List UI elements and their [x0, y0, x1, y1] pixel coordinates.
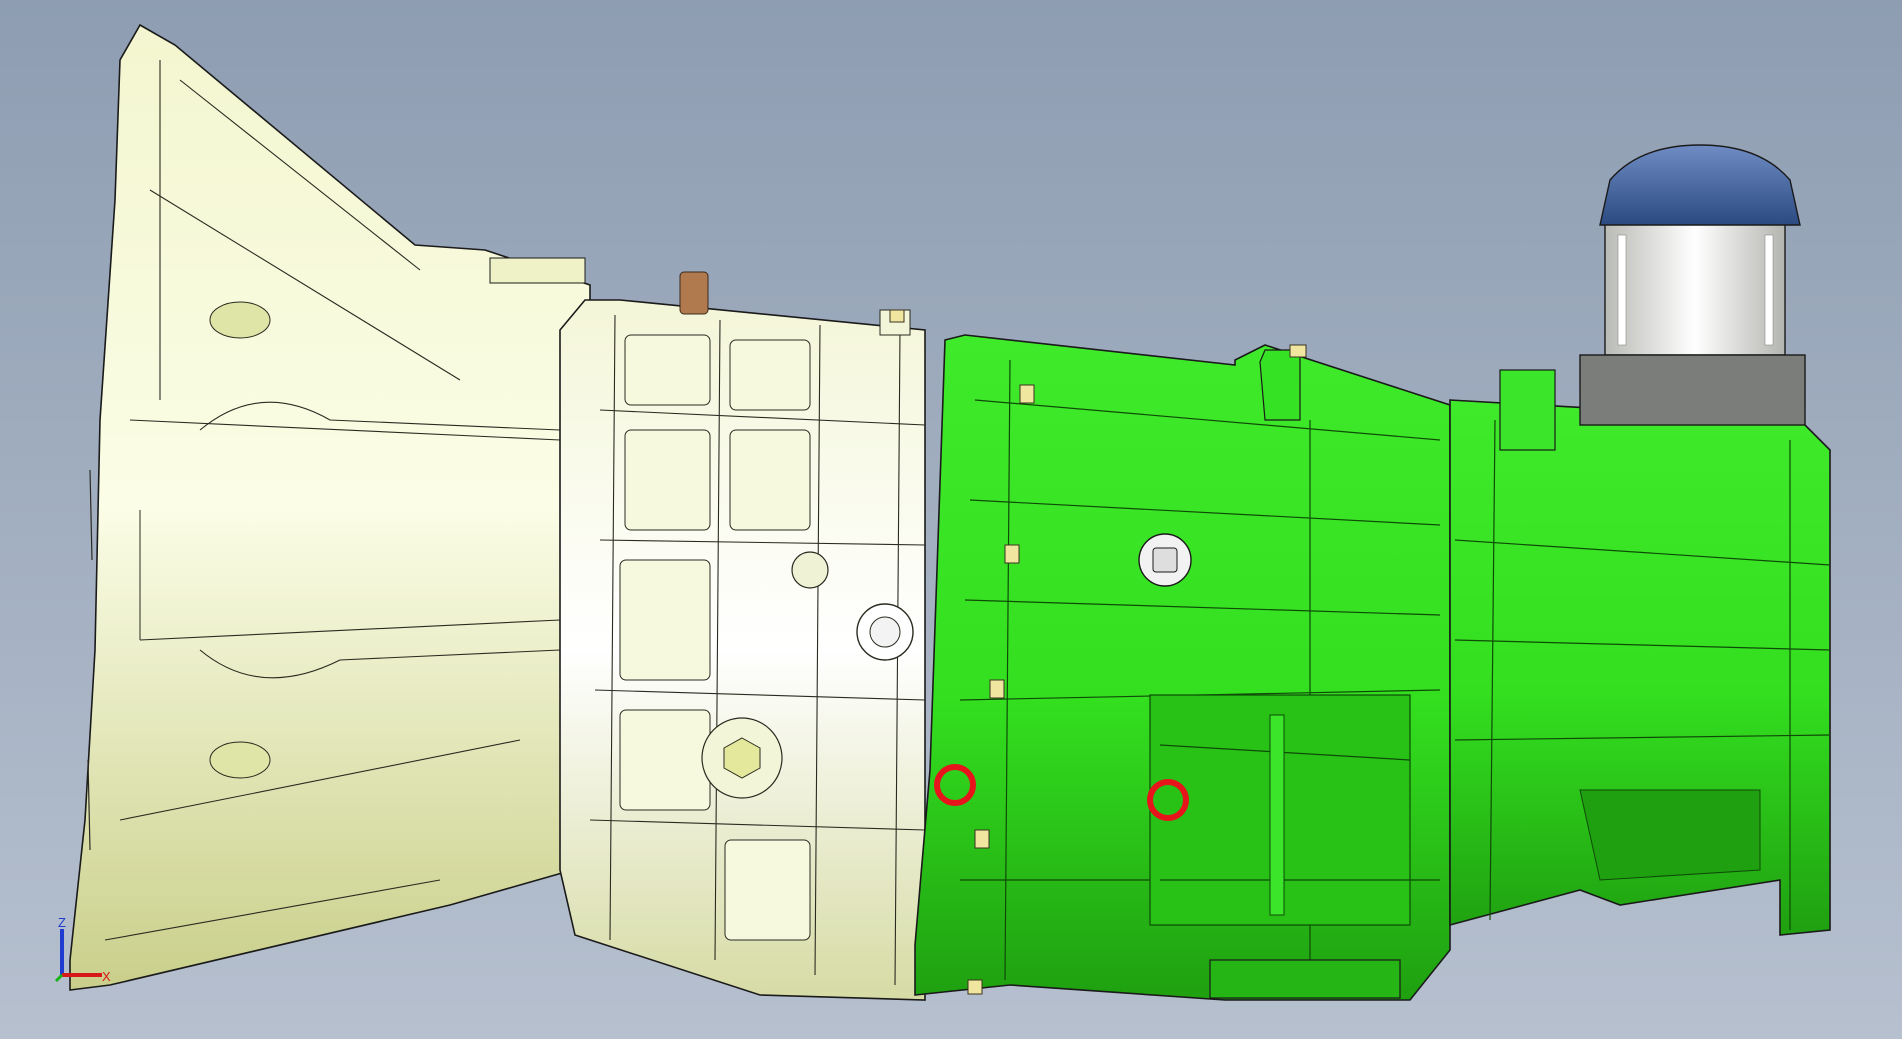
z-axis-label: Z: [58, 915, 66, 930]
3d-viewport[interactable]: Z X: [0, 0, 1902, 1039]
coordinate-triad: Z X: [54, 915, 111, 984]
bellhousing[interactable]: [69, 23, 591, 991]
adapter-housing[interactable]: [914, 334, 1451, 1001]
actuator-cap: [1599, 144, 1801, 226]
transmission-model[interactable]: [0, 0, 1902, 1039]
y-axis: [54, 973, 64, 983]
main-gear-case[interactable]: [559, 271, 926, 1001]
shift-actuator[interactable]: [1579, 144, 1806, 426]
tail-housing[interactable]: [1449, 369, 1831, 936]
x-axis-label: X: [102, 969, 111, 984]
